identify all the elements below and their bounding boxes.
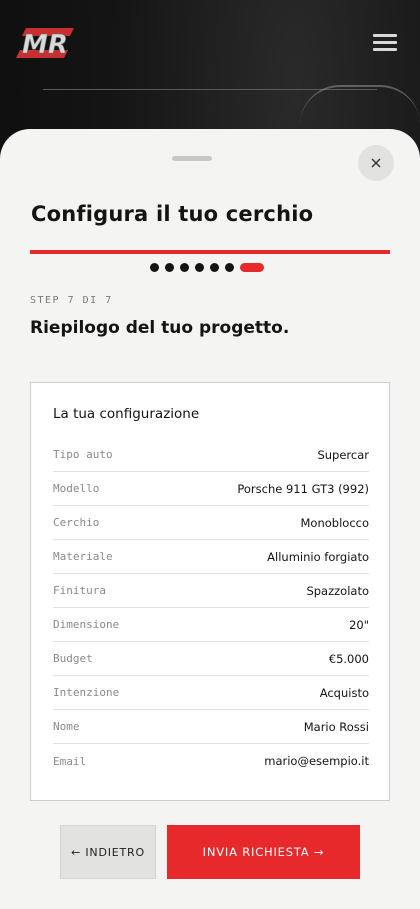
summary-value: Acquisto: [319, 685, 369, 700]
summary-row: Tipo auto Supercar: [53, 438, 369, 472]
step-dot: [180, 262, 189, 272]
sheet-grabber[interactable]: [172, 156, 212, 161]
summary-value: Monoblocco: [300, 515, 370, 530]
submit-request-button[interactable]: INVIA RICHIESTA →: [167, 825, 360, 879]
step-dot-active: [240, 262, 264, 272]
close-icon: [371, 158, 381, 168]
summary-row: Intenzione Acquisto: [53, 676, 369, 710]
summary-key: Tipo auto: [53, 448, 113, 461]
hamburger-menu-icon[interactable]: [373, 34, 397, 52]
summary-row: Cerchio Monoblocco: [53, 506, 369, 540]
summary-value: 20": [349, 617, 369, 632]
summary-card: La tua configurazione Tipo auto Supercar…: [30, 382, 390, 801]
progress-bar: [30, 250, 390, 254]
summary-list: Tipo auto Supercar Modello Porsche 911 G…: [53, 438, 369, 778]
back-button[interactable]: ← INDIETRO: [60, 825, 156, 879]
summary-row: Materiale Alluminio forgiato: [53, 540, 369, 574]
step-dot: [225, 262, 234, 272]
summary-value: mario@esempio.it: [264, 754, 369, 768]
brand-logo[interactable]: MR: [12, 24, 78, 62]
summary-row: Nome Mario Rossi: [53, 710, 369, 744]
sheet-title: Configura il tuo cerchio: [31, 202, 314, 226]
step-dot: [150, 262, 159, 272]
step-title: Riepilogo del tuo progetto.: [30, 318, 290, 338]
mr-logo-icon: MR: [16, 28, 74, 60]
summary-value: Porsche 911 GT3 (992): [237, 481, 369, 496]
summary-row: Budget €5.000: [53, 642, 369, 676]
summary-value: Spazzolato: [306, 583, 369, 598]
summary-key: Intenzione: [53, 686, 120, 699]
summary-value: Mario Rossi: [303, 719, 369, 734]
summary-key: Nome: [53, 720, 80, 733]
summary-value: €5.000: [328, 651, 369, 666]
summary-row: Email mario@esempio.it: [53, 744, 369, 778]
step-indicator: [150, 262, 264, 272]
summary-row: Dimensione 20": [53, 608, 369, 642]
summary-key: Modello: [53, 482, 100, 495]
summary-key: Materiale: [53, 550, 113, 563]
summary-value: Alluminio forgiato: [267, 549, 369, 564]
step-dot: [195, 262, 204, 272]
summary-value: Supercar: [317, 447, 369, 462]
summary-row: Modello Porsche 911 GT3 (992): [53, 472, 369, 506]
summary-row: Finitura Spazzolato: [53, 574, 369, 608]
step-dot: [210, 262, 219, 272]
summary-key: Budget: [53, 652, 93, 665]
svg-text:MR: MR: [22, 30, 68, 60]
summary-title: La tua configurazione: [53, 406, 200, 422]
summary-key: Dimensione: [53, 618, 120, 631]
top-bar: MR: [0, 0, 420, 90]
step-dot: [165, 262, 174, 272]
step-counter: STEP 7 DI 7: [30, 295, 113, 306]
configurator-sheet: Configura il tuo cerchio STEP 7 DI 7 Rie…: [0, 129, 420, 909]
summary-key: Finitura: [53, 584, 106, 597]
close-button[interactable]: [358, 145, 394, 181]
summary-key: Email: [53, 754, 87, 768]
summary-key: Cerchio: [53, 516, 100, 529]
background-arc: [300, 85, 420, 125]
